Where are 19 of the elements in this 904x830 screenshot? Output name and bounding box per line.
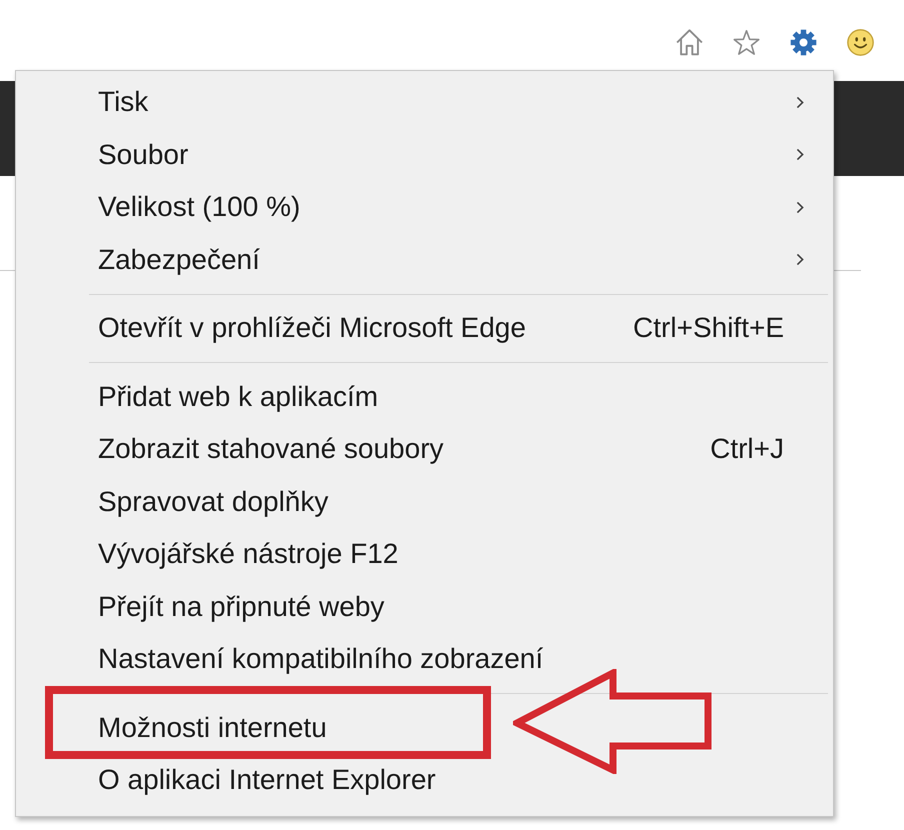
- menu-item[interactable]: Přidat web k aplikacím: [16, 370, 833, 423]
- settings-icon[interactable]: [790, 28, 817, 56]
- menu-item[interactable]: Velikost (100 %): [16, 181, 833, 234]
- menu-item[interactable]: O aplikaci Internet Explorer: [16, 754, 833, 806]
- menu-item[interactable]: Nastavení kompatibilního zobrazení: [16, 633, 833, 686]
- menu-item[interactable]: Tisk: [16, 76, 833, 128]
- menu-item[interactable]: Možnosti internetu: [16, 702, 833, 754]
- menu-item[interactable]: Soubor: [16, 128, 833, 181]
- menu-item[interactable]: Přejít na připnuté weby: [16, 580, 833, 633]
- smiley-icon[interactable]: [847, 28, 874, 56]
- menu-item[interactable]: Vývojářské nástroje F12: [16, 528, 833, 580]
- menu-item[interactable]: Spravovat doplňky: [16, 476, 833, 528]
- star-icon[interactable]: [733, 28, 760, 56]
- menu-item[interactable]: Otevřít v prohlížeči Microsoft Edge Ctrl+Shift+E: [16, 302, 833, 354]
- shortcut-label: Ctrl+Shift+E: [633, 311, 784, 346]
- menu-item[interactable]: Zobrazit stahované soubory Ctrl+J: [16, 423, 833, 476]
- shortcut-label: Ctrl+J: [710, 432, 784, 466]
- home-icon[interactable]: [676, 28, 703, 56]
- menu-item[interactable]: Zabezpečení: [16, 234, 833, 286]
